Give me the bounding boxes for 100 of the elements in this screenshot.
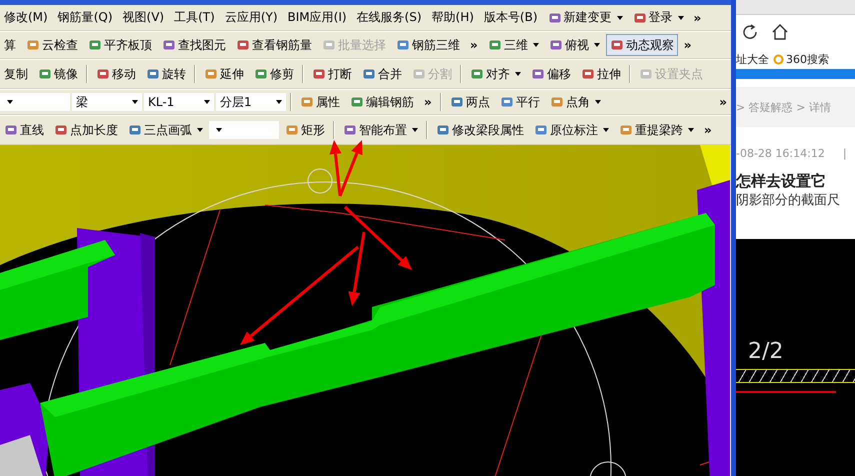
divider-text: | (842, 147, 847, 160)
tool-button[interactable]: 平齐板顶 (84, 34, 156, 56)
caret-icon (132, 100, 138, 104)
caret-icon (594, 43, 600, 47)
menu-item[interactable]: 版本号(B) (480, 7, 542, 28)
bookmark-link[interactable]: 址大全 (736, 52, 769, 66)
tool-button[interactable]: 属性 (296, 91, 344, 113)
tool-icon (236, 38, 250, 52)
tool-icon (632, 10, 647, 24)
caret-icon (204, 100, 210, 104)
tool-icon (285, 123, 299, 137)
menu-item[interactable]: 视图(V) (118, 7, 168, 28)
tool-icon (96, 67, 110, 81)
more-button[interactable]: » (680, 38, 696, 52)
combo-box[interactable]: KL-1 (144, 93, 214, 111)
caret-icon (216, 128, 222, 132)
tool-icon (534, 123, 548, 137)
menu-item[interactable]: 云应用(Y) (220, 7, 282, 28)
caret-icon (276, 100, 282, 104)
tool-icon (436, 123, 450, 137)
combo-box[interactable]: 梁 (72, 93, 142, 111)
tool-icon (26, 38, 40, 52)
tool-button[interactable]: 直线 (0, 119, 48, 141)
tool-button[interactable]: 点加长度 (50, 119, 122, 141)
tool-icon (300, 95, 314, 109)
more-button[interactable]: » (420, 95, 436, 109)
tool-icon (162, 38, 176, 52)
tool-button[interactable]: 编辑钢筋 (346, 91, 418, 113)
dropdown-button[interactable]: 三点画弧 (124, 119, 207, 141)
dropdown-button[interactable]: 登录 (628, 6, 688, 28)
more-button[interactable]: » (715, 95, 731, 109)
tool-icon (488, 38, 502, 52)
tool-button[interactable]: 两点 (446, 91, 494, 113)
caret-icon (412, 128, 418, 132)
tool-button[interactable]: 偏移 (527, 63, 575, 85)
caret-icon (594, 100, 601, 104)
tool-button[interactable]: 平行 (496, 91, 544, 113)
dropdown-button[interactable]: 原位标注 (530, 119, 613, 141)
tool-icon (581, 67, 595, 81)
tool-icon (362, 67, 376, 81)
tool-button[interactable]: 算 (0, 34, 20, 56)
home-icon[interactable] (770, 22, 790, 42)
combo-box[interactable]: 分层1 (216, 93, 286, 111)
tool-button[interactable]: 拉伸 (577, 63, 625, 85)
tool-button[interactable]: 修改梁段属性 (432, 119, 528, 141)
tool-button[interactable]: 查找图元 (158, 34, 230, 56)
tool-button[interactable]: 钢筋三维 (392, 34, 464, 56)
menu-item[interactable]: 工具(T) (170, 7, 219, 28)
more-button[interactable]: » (690, 10, 706, 24)
tool-button[interactable]: 云检查 (22, 34, 82, 56)
tool-icon (500, 95, 514, 109)
more-button[interactable]: » (466, 38, 482, 52)
tool-button[interactable]: 镜像 (34, 63, 82, 85)
menu-item[interactable]: 帮助(H) (428, 7, 478, 28)
tool-button[interactable]: 合并 (358, 63, 406, 85)
caret-icon (532, 43, 539, 47)
tool-icon (610, 38, 624, 52)
tool-button[interactable]: 动态观察 (606, 34, 678, 56)
tool-icon (412, 67, 426, 81)
menu-item[interactable]: BIM应用(I) (284, 7, 351, 28)
dropdown-button[interactable]: 重提梁跨 (615, 119, 698, 141)
tool-button[interactable]: 打断 (308, 63, 356, 85)
tool-button[interactable]: 修剪 (250, 63, 298, 85)
menu-item[interactable]: 修改(M) (0, 7, 52, 28)
tool-icon (396, 38, 410, 52)
tool-button[interactable]: 移动 (92, 63, 140, 85)
tool-icon (350, 95, 364, 109)
caret-icon (688, 128, 694, 132)
tool-icon (548, 38, 563, 52)
caret-icon (603, 128, 609, 132)
menu-item[interactable]: 钢筋量(Q) (54, 7, 117, 28)
more-button[interactable]: » (700, 123, 716, 137)
tool-button[interactable]: 查看钢筋量 (232, 34, 316, 56)
dropdown-button[interactable]: 点角 (546, 91, 605, 113)
tool-icon (312, 67, 326, 81)
dropdown-button[interactable]: 俯视 (544, 34, 604, 56)
bookmark-link[interactable]: 360搜索 (773, 52, 829, 66)
tool-icon (343, 123, 357, 137)
tool-icon (450, 95, 464, 109)
menu-item[interactable]: 在线服务(S) (352, 7, 426, 28)
tool-icon (322, 38, 336, 52)
tool-icon (550, 95, 564, 109)
dropdown-button[interactable]: 智能布置 (339, 119, 422, 141)
tool-icon (88, 38, 102, 52)
tool-icon (128, 123, 142, 137)
dropdown-button[interactable]: 新建变更 (544, 6, 627, 28)
tool-button[interactable]: 延伸 (200, 63, 248, 85)
tool-icon (4, 123, 18, 137)
dropdown-button[interactable]: 对齐 (466, 63, 525, 85)
caret-icon (515, 72, 521, 76)
tool-button[interactable]: 矩形 (281, 119, 329, 141)
tool-button[interactable]: 旋转 (142, 63, 190, 85)
tool-icon (619, 123, 633, 137)
tool-icon (639, 67, 653, 81)
tool-icon (254, 67, 268, 81)
caret-icon (678, 16, 684, 20)
tool-button[interactable]: 复制 (0, 63, 32, 85)
question-text: 阴影部分的截面尺 (736, 192, 841, 209)
caret-icon (616, 16, 623, 20)
dropdown-button[interactable]: 三维 (484, 34, 543, 56)
